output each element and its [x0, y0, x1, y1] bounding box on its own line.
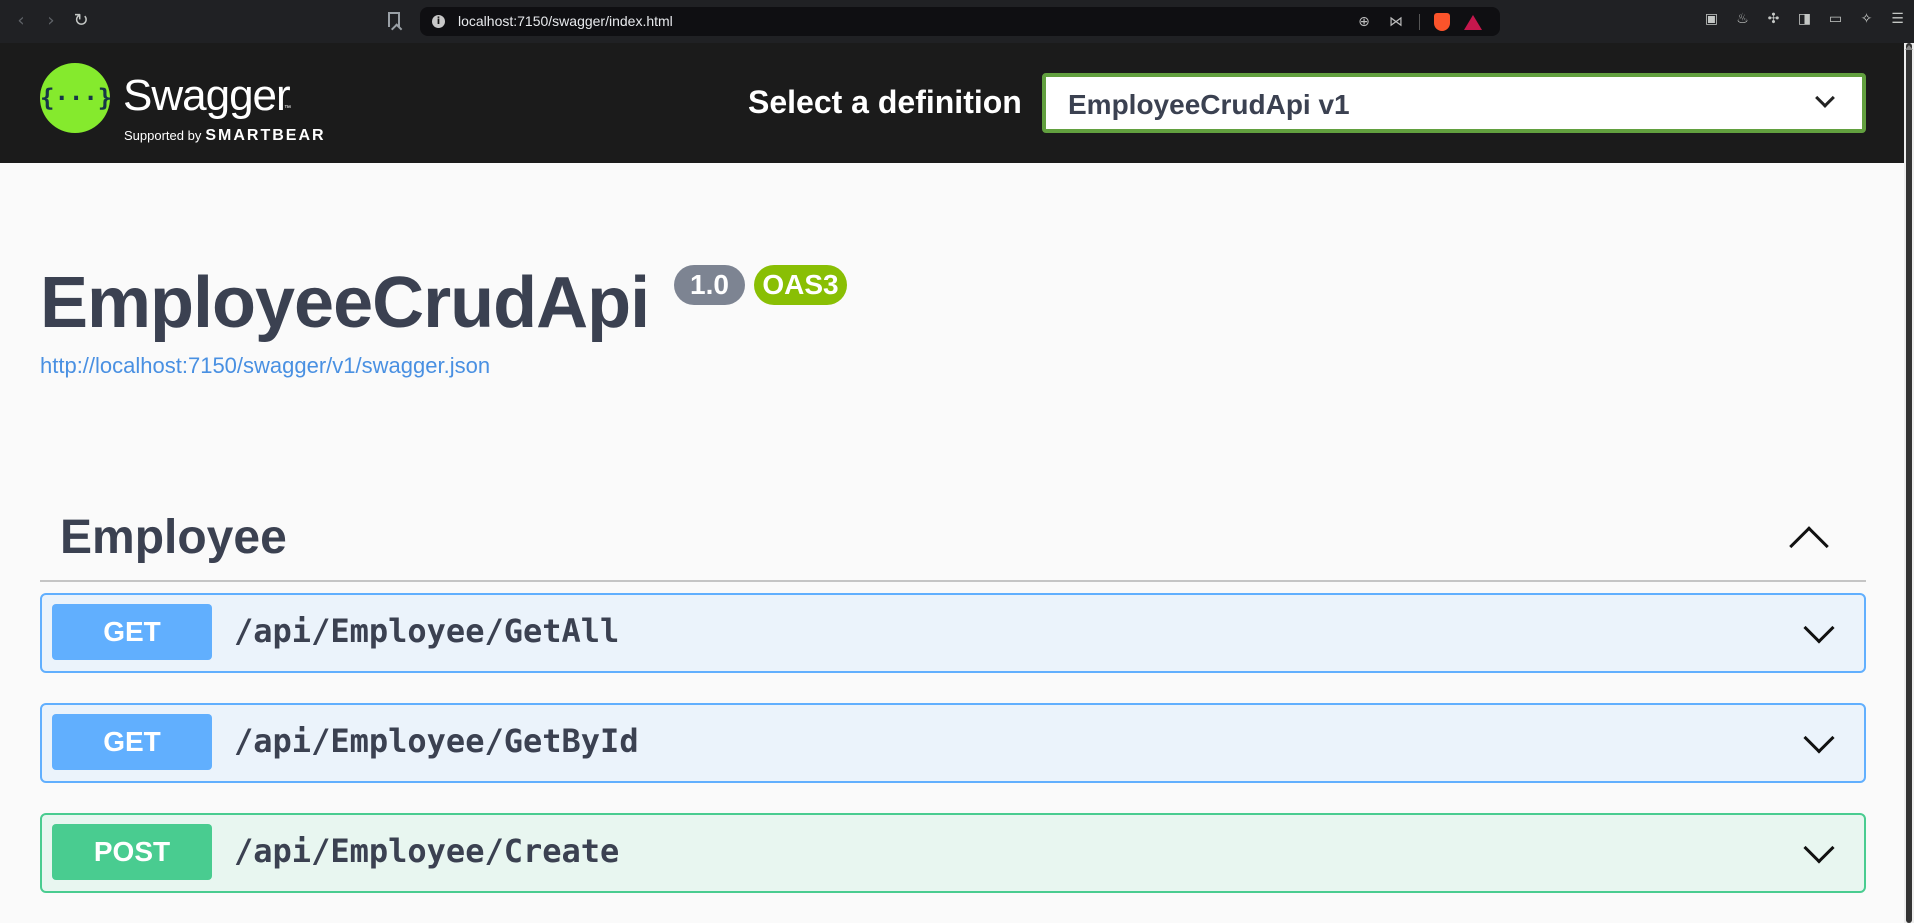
- extensions-area: ▣ ♨ ✣ ◨ ▭ ✧ ☰: [1703, 11, 1906, 28]
- chevron-down-icon[interactable]: [1803, 832, 1835, 864]
- definition-select-value[interactable]: EmployeeCrudApi v1: [1068, 89, 1350, 121]
- browser-toolbar: ‹ › ↻ i localhost:7150/swagger/index.htm…: [0, 0, 1914, 43]
- zoom-icon[interactable]: ⊕: [1355, 13, 1373, 31]
- logo-subtitle: Supported by SMARTBEAR: [124, 127, 326, 145]
- api-title: EmployeeCrudApi: [40, 263, 650, 343]
- trademark-mark: ™: [284, 105, 291, 112]
- supported-by-text: Supported by: [124, 128, 202, 143]
- wallet-icon[interactable]: ▭: [1827, 11, 1844, 28]
- forward-button[interactable]: ›: [40, 10, 62, 32]
- operation-path[interactable]: /api/Employee/Create: [234, 832, 619, 870]
- tag-section-employee[interactable]: Employee: [40, 490, 1866, 582]
- extension-icon[interactable]: ♨: [1734, 11, 1751, 28]
- scrollbar-thumb[interactable]: [1906, 43, 1912, 923]
- extension-icon[interactable]: ▣: [1703, 11, 1720, 28]
- swagger-logo-title[interactable]: Swagger: [123, 71, 291, 121]
- divider: [1419, 14, 1420, 30]
- reload-button[interactable]: ↻: [70, 10, 92, 32]
- operation-path[interactable]: /api/Employee/GetById: [234, 722, 639, 760]
- operation-get-getbyid[interactable]: GET /api/Employee/GetById: [40, 703, 1866, 783]
- definition-label: Select a definition: [748, 84, 1022, 120]
- method-badge[interactable]: GET: [52, 714, 212, 770]
- oas-badge: OAS3: [754, 265, 847, 305]
- spec-url-link[interactable]: http://localhost:7150/swagger/v1/swagger…: [40, 353, 490, 379]
- operation-get-getall[interactable]: GET /api/Employee/GetAll: [40, 593, 1866, 673]
- chevron-down-icon[interactable]: [1815, 88, 1835, 108]
- swagger-logo-icon[interactable]: {···}: [40, 63, 112, 133]
- menu-icon[interactable]: ☰: [1889, 11, 1906, 28]
- swagger-topbar: {···} Swagger ™ Supported by SMARTBEAR Se…: [0, 43, 1904, 163]
- leo-ai-icon[interactable]: ✧: [1858, 11, 1875, 28]
- extensions-puzzle-icon[interactable]: ✣: [1765, 11, 1782, 28]
- site-info-icon[interactable]: i: [432, 15, 445, 28]
- version-badge: 1.0: [674, 265, 745, 305]
- address-bar[interactable]: i localhost:7150/swagger/index.html ⊕ ⋈: [420, 7, 1500, 36]
- smartbear-brand: SMARTBEAR: [205, 127, 326, 144]
- chevron-up-icon[interactable]: [1789, 526, 1829, 566]
- bookmark-icon[interactable]: [388, 12, 400, 27]
- scroll-up-icon[interactable]: [1905, 45, 1913, 50]
- share-icon[interactable]: ⋈: [1387, 13, 1405, 31]
- method-badge[interactable]: GET: [52, 604, 212, 660]
- page-scrollbar[interactable]: [1904, 43, 1914, 923]
- chevron-down-icon[interactable]: [1803, 722, 1835, 754]
- operation-post-create[interactable]: POST /api/Employee/Create: [40, 813, 1866, 893]
- method-badge[interactable]: POST: [52, 824, 212, 880]
- chevron-down-icon[interactable]: [1803, 612, 1835, 644]
- brave-shields-icon[interactable]: [1434, 13, 1450, 31]
- operation-path[interactable]: /api/Employee/GetAll: [234, 612, 619, 650]
- brave-rewards-icon[interactable]: [1464, 14, 1482, 30]
- tag-title[interactable]: Employee: [60, 510, 287, 565]
- url-text[interactable]: localhost:7150/swagger/index.html: [458, 13, 673, 29]
- definition-select[interactable]: EmployeeCrudApi v1: [1042, 73, 1866, 133]
- back-button[interactable]: ‹: [10, 10, 32, 32]
- sidebar-icon[interactable]: ◨: [1796, 11, 1813, 28]
